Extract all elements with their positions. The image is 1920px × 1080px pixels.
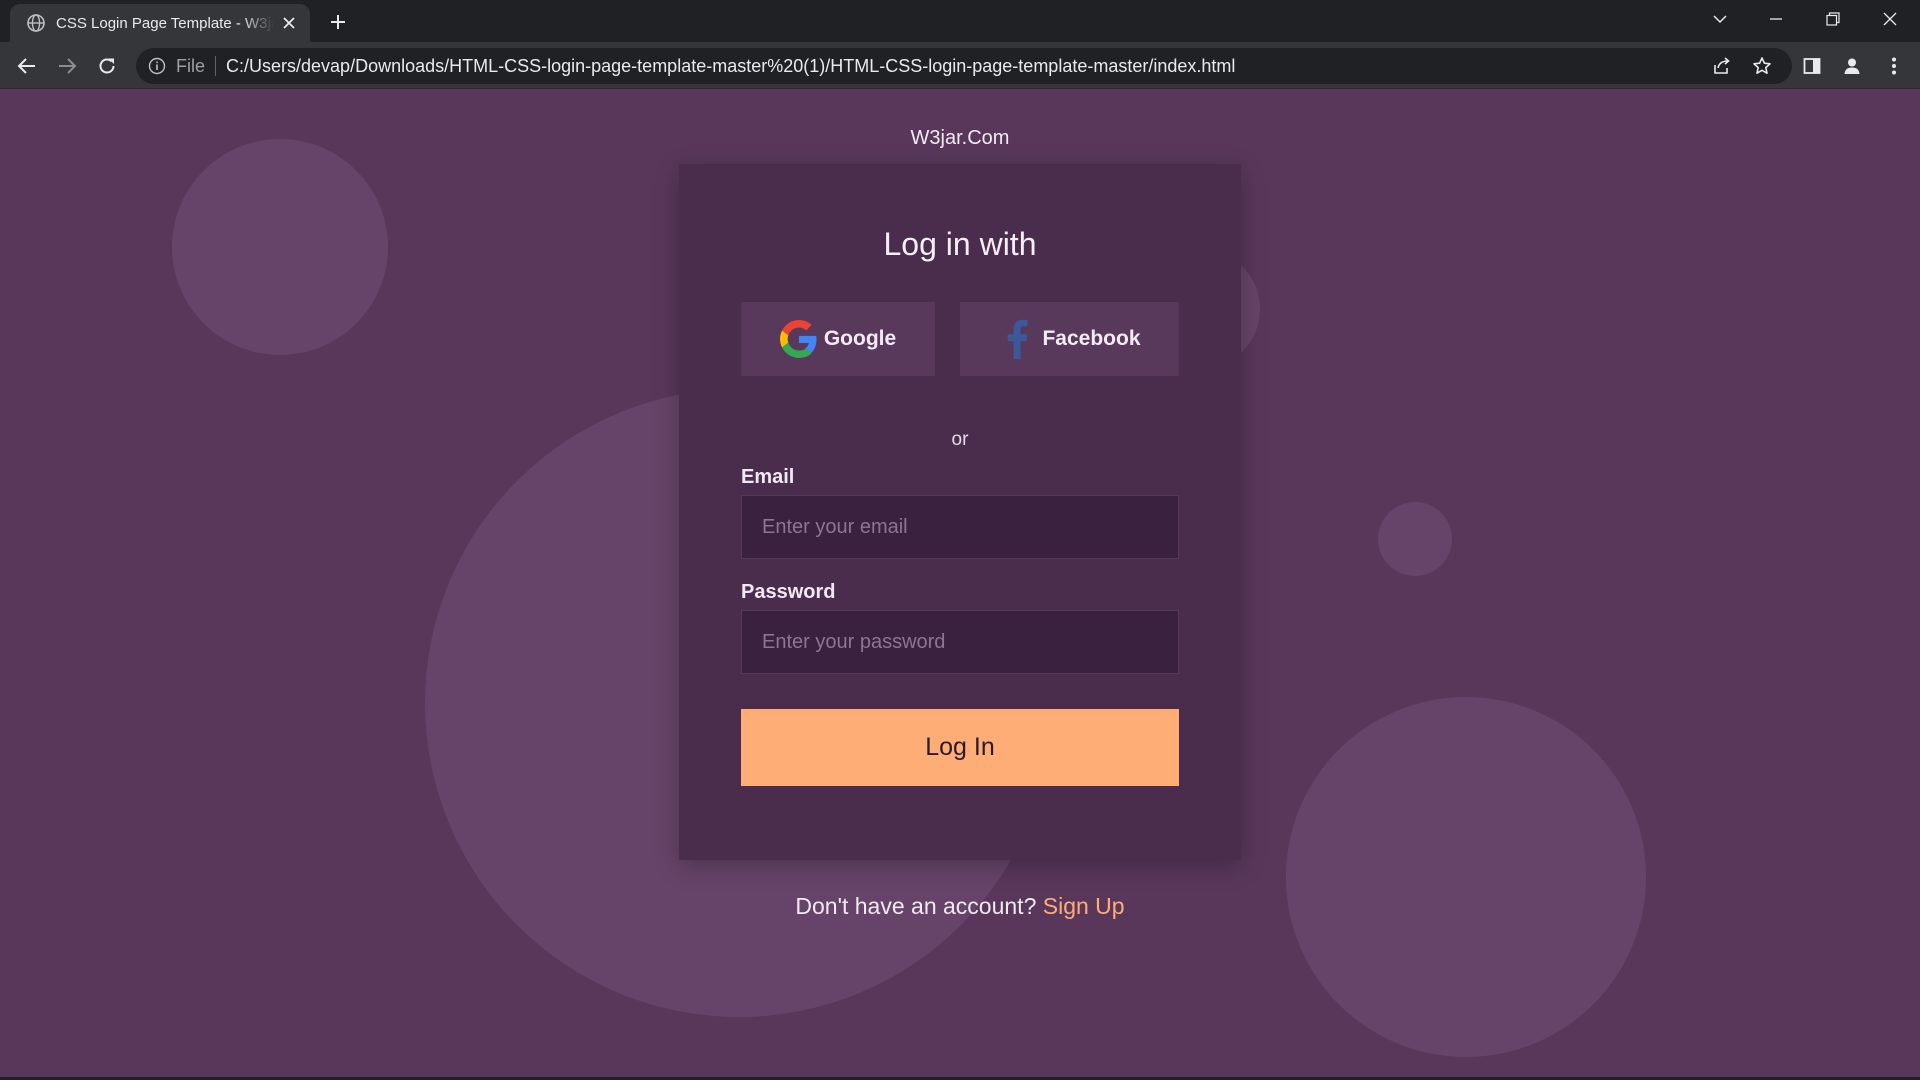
minimize-icon[interactable] (1748, 0, 1804, 38)
tab-title: CSS Login Page Template - W3jar.Com (56, 14, 274, 32)
back-icon[interactable] (11, 50, 43, 82)
side-panel-icon[interactable] (1796, 50, 1828, 82)
page-title: Log in with (883, 226, 1037, 262)
google-icon (779, 320, 818, 358)
profile-icon[interactable] (1836, 50, 1868, 82)
share-icon[interactable] (1706, 50, 1738, 82)
or-divider: or (951, 429, 969, 450)
email-field[interactable] (741, 495, 1179, 559)
scheme-label: File (176, 55, 206, 76)
forward-icon[interactable] (51, 50, 83, 82)
close-window-icon[interactable] (1862, 0, 1918, 38)
browser-tab-bar: CSS Login Page Template - W3jar.Com (0, 0, 1920, 42)
plus-icon[interactable] (324, 8, 352, 36)
google-label: Google (823, 327, 897, 350)
background-circle (172, 139, 388, 355)
restore-icon[interactable] (1805, 0, 1861, 38)
google-login-button[interactable]: Google (741, 302, 935, 376)
browser-tab[interactable]: CSS Login Page Template - W3jar.Com (10, 4, 310, 42)
address-bar[interactable]: File C:/Users/devap/Downloads/HTML-CSS-l… (136, 48, 1792, 84)
close-icon[interactable] (278, 12, 300, 34)
info-icon[interactable] (148, 57, 166, 75)
globe-icon (26, 13, 46, 33)
background-circle (1286, 697, 1646, 1057)
browser-toolbar: File C:/Users/devap/Downloads/HTML-CSS-l… (0, 42, 1920, 89)
star-icon[interactable] (1746, 50, 1778, 82)
address-divider (215, 56, 217, 76)
facebook-login-button[interactable]: Facebook (960, 302, 1179, 376)
chevron-down-icon[interactable] (1692, 0, 1748, 38)
site-name: W3jar.Com (910, 127, 1010, 149)
password-field[interactable] (741, 610, 1179, 674)
background-circle (1378, 502, 1452, 576)
facebook-label: Facebook (1042, 327, 1141, 350)
menu-icon[interactable] (1878, 50, 1910, 82)
page-viewport: W3jar.Com Log in with Google Facebook or… (0, 89, 1920, 1077)
signup-link[interactable]: Sign Up (1043, 893, 1125, 919)
url-text[interactable]: C:/Users/devap/Downloads/HTML-CSS-login-… (226, 56, 1235, 77)
password-label: Password (741, 581, 836, 603)
login-button[interactable]: Log In (741, 709, 1179, 786)
signup-prompt: Don't have an account? Sign Up (0, 893, 1920, 920)
facebook-icon (998, 319, 1036, 359)
email-label: Email (741, 466, 795, 488)
login-card: Log in with Google Facebook or Email Pas… (679, 164, 1241, 860)
reload-icon[interactable] (91, 50, 123, 82)
signup-prompt-text: Don't have an account? (795, 893, 1037, 919)
